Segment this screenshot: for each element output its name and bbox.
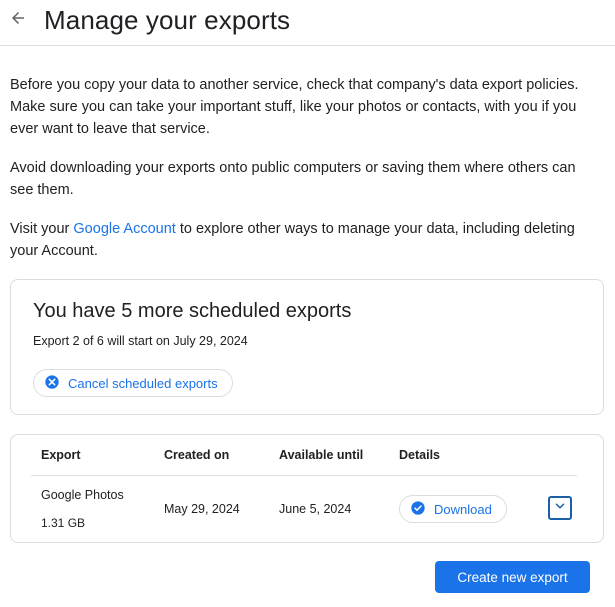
- column-header-details: Details: [399, 448, 440, 462]
- download-label: Download: [434, 501, 492, 517]
- page-header: Manage your exports: [0, 0, 615, 46]
- export-name: Google Photos: [41, 488, 124, 502]
- cancel-circle-icon: [44, 374, 60, 393]
- page-title: Manage your exports: [44, 5, 291, 35]
- intro-paragraph-public-computers: Avoid downloading your exports onto publ…: [10, 160, 576, 198]
- column-header-available-until: Available until: [279, 448, 364, 462]
- header-divider: [31, 475, 577, 476]
- check-circle-icon: [410, 500, 426, 519]
- export-available-until: June 5, 2024: [279, 502, 352, 516]
- column-header-export: Export: [41, 448, 81, 462]
- create-new-export-button[interactable]: Create new export: [435, 561, 590, 593]
- expand-row-button[interactable]: [548, 496, 572, 520]
- export-created-on: May 29, 2024: [164, 502, 240, 516]
- intro-text: Before you copy your data to another ser…: [10, 74, 600, 279]
- scheduled-exports-card: You have 5 more scheduled exports Export…: [10, 279, 604, 415]
- download-button[interactable]: Download: [399, 495, 507, 523]
- intro-paragraph-policies: Before you copy your data to another ser…: [10, 77, 579, 137]
- intro-paragraph-account: Visit your Google Account to explore oth…: [10, 218, 600, 262]
- back-button[interactable]: [4, 6, 32, 34]
- column-header-created-on: Created on: [164, 448, 230, 462]
- chevron-down-icon: [553, 499, 567, 518]
- cancel-scheduled-exports-label: Cancel scheduled exports: [68, 375, 218, 391]
- scheduled-exports-title: You have 5 more scheduled exports: [33, 300, 352, 322]
- scheduled-exports-subtitle: Export 2 of 6 will start on July 29, 202…: [33, 334, 248, 348]
- export-size: 1.31 GB: [41, 516, 86, 530]
- cancel-scheduled-exports-button[interactable]: Cancel scheduled exports: [33, 369, 233, 397]
- arrow-back-icon: [9, 9, 27, 32]
- google-account-link[interactable]: Google Account: [73, 221, 175, 237]
- exports-table: Export Created on Available until Detail…: [10, 434, 604, 543]
- intro-text-before-link: Visit your: [10, 221, 74, 237]
